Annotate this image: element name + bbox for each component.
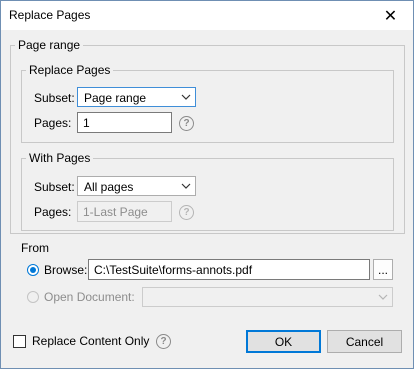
replace-subset-label: Subset: (34, 91, 75, 105)
browse-button[interactable]: ... (373, 259, 393, 280)
help-icon[interactable]: ? (156, 334, 171, 349)
browse-path-input[interactable]: C:\TestSuite\forms-annots.pdf (88, 259, 370, 280)
chevron-down-icon (181, 183, 191, 189)
open-document-select (142, 287, 393, 307)
with-pages-input: 1-Last Page (77, 201, 172, 222)
replace-pages-label: Pages: (34, 116, 72, 130)
close-icon: ✕ (383, 7, 398, 25)
open-document-radio (27, 291, 39, 303)
replace-pages-dialog: Replace Pages ✕ Page range Replace Pages… (0, 0, 414, 369)
cancel-button-label: Cancel (345, 334, 384, 349)
with-subset-select[interactable]: All pages (77, 176, 196, 196)
help-icon[interactable]: ? (179, 116, 194, 131)
with-pages-value: 1-Last Page (83, 205, 148, 219)
replace-content-only-label[interactable]: Replace Content Only (32, 334, 149, 348)
ok-button-label: OK (274, 334, 293, 349)
help-icon: ? (179, 205, 194, 220)
replace-pages-legend: Replace Pages (29, 63, 111, 77)
chevron-down-icon (181, 94, 191, 100)
replace-pages-input[interactable]: 1 (77, 112, 172, 133)
with-pages-legend: With Pages (29, 151, 91, 165)
close-button[interactable]: ✕ (368, 1, 413, 30)
cancel-button[interactable]: Cancel (327, 330, 402, 353)
browse-radio[interactable] (27, 264, 39, 276)
replace-subset-value: Page range (84, 91, 147, 105)
browse-path-value: C:\TestSuite\forms-annots.pdf (94, 263, 253, 277)
page-range-legend: Page range (18, 38, 81, 52)
replace-pages-value: 1 (83, 116, 90, 130)
browse-label[interactable]: Browse: (44, 263, 87, 277)
ok-button[interactable]: OK (246, 330, 321, 353)
browse-button-label: ... (377, 262, 388, 277)
with-pages-label: Pages: (34, 205, 72, 219)
window-title: Replace Pages (9, 8, 91, 22)
open-document-label: Open Document: (44, 290, 135, 304)
title-bar: Replace Pages ✕ (1, 1, 413, 30)
with-subset-value: All pages (84, 180, 134, 194)
replace-subset-select[interactable]: Page range (77, 87, 196, 107)
chevron-down-icon (378, 294, 388, 300)
replace-content-only-checkbox[interactable] (13, 335, 26, 348)
from-label: From (21, 241, 49, 255)
with-subset-label: Subset: (34, 180, 75, 194)
